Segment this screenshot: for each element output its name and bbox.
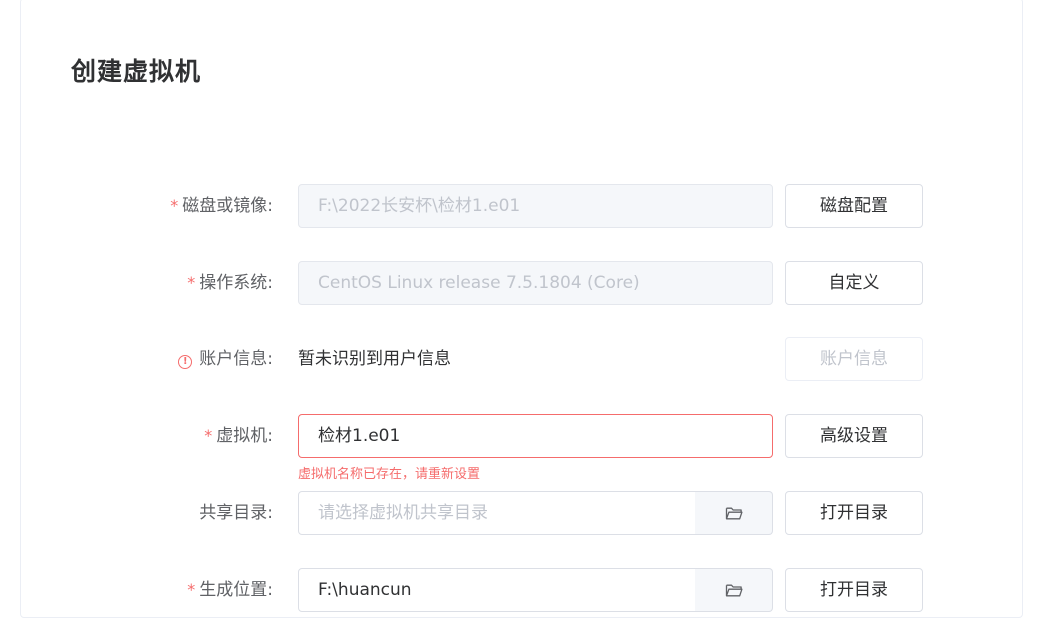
account-row: ! 账户信息: 暂未识别到用户信息 账户信息 bbox=[0, 337, 1059, 381]
open-share-dir-button[interactable]: 打开目录 bbox=[785, 491, 923, 535]
create-vm-page: 创建虚拟机 * 磁盘或镜像: F:\2022长安杯\检材1.e01 磁盘配置 * 操… bbox=[0, 0, 1059, 618]
share-dir-input[interactable]: 请选择虚拟机共享目录 bbox=[298, 491, 696, 535]
account-info-text: 暂未识别到用户信息 bbox=[298, 349, 451, 369]
output-label-text: 生成位置: bbox=[199, 580, 273, 600]
vm-name-label: * 虚拟机: bbox=[204, 414, 273, 458]
required-mark: * bbox=[187, 580, 196, 599]
account-label: ! 账户信息: bbox=[178, 337, 273, 381]
page-title: 创建虚拟机 bbox=[71, 57, 202, 86]
required-mark: * bbox=[170, 196, 179, 215]
required-mark: * bbox=[187, 273, 196, 292]
required-mark: * bbox=[204, 426, 213, 445]
advanced-settings-button[interactable]: 高级设置 bbox=[785, 414, 923, 458]
share-dir-label-text: 共享目录: bbox=[199, 503, 273, 523]
output-row: * 生成位置: F:\huancun 打开目录 bbox=[0, 568, 1059, 612]
warning-circle-icon: ! bbox=[178, 355, 193, 369]
disk-config-button[interactable]: 磁盘配置 bbox=[785, 184, 923, 228]
share-dir-browse-button[interactable] bbox=[695, 491, 773, 535]
disk-row: * 磁盘或镜像: F:\2022长安杯\检材1.e01 磁盘配置 bbox=[0, 184, 1059, 228]
output-browse-button[interactable] bbox=[695, 568, 773, 612]
os-label: * 操作系统: bbox=[187, 261, 273, 305]
disk-label: * 磁盘或镜像: bbox=[170, 184, 273, 228]
disk-path-input: F:\2022长安杯\检材1.e01 bbox=[298, 184, 773, 228]
share-dir-label: 共享目录: bbox=[199, 491, 273, 535]
output-label: * 生成位置: bbox=[187, 568, 273, 612]
folder-icon bbox=[725, 584, 743, 596]
vm-name-input[interactable]: 检材1.e01 bbox=[298, 414, 773, 458]
share-dir-row: 共享目录: 请选择虚拟机共享目录 打开目录 bbox=[0, 491, 1059, 535]
account-info-button[interactable]: 账户信息 bbox=[785, 337, 923, 381]
os-label-text: 操作系统: bbox=[199, 273, 273, 293]
customize-os-button[interactable]: 自定义 bbox=[785, 261, 923, 305]
folder-icon bbox=[725, 507, 743, 519]
open-output-dir-button[interactable]: 打开目录 bbox=[785, 568, 923, 612]
vm-name-error-message: 虚拟机名称已存在，请重新设置 bbox=[298, 467, 481, 482]
account-label-text: 账户信息: bbox=[199, 349, 273, 369]
disk-label-text: 磁盘或镜像: bbox=[182, 196, 273, 216]
os-row: * 操作系统: CentOS Linux release 7.5.1804 (Co… bbox=[0, 261, 1059, 305]
os-input: CentOS Linux release 7.5.1804 (Core) bbox=[298, 261, 773, 305]
output-path-input[interactable]: F:\huancun bbox=[298, 568, 696, 612]
vm-name-label-text: 虚拟机: bbox=[216, 426, 273, 446]
vm-name-row: * 虚拟机: 检材1.e01 高级设置 bbox=[0, 414, 1059, 458]
